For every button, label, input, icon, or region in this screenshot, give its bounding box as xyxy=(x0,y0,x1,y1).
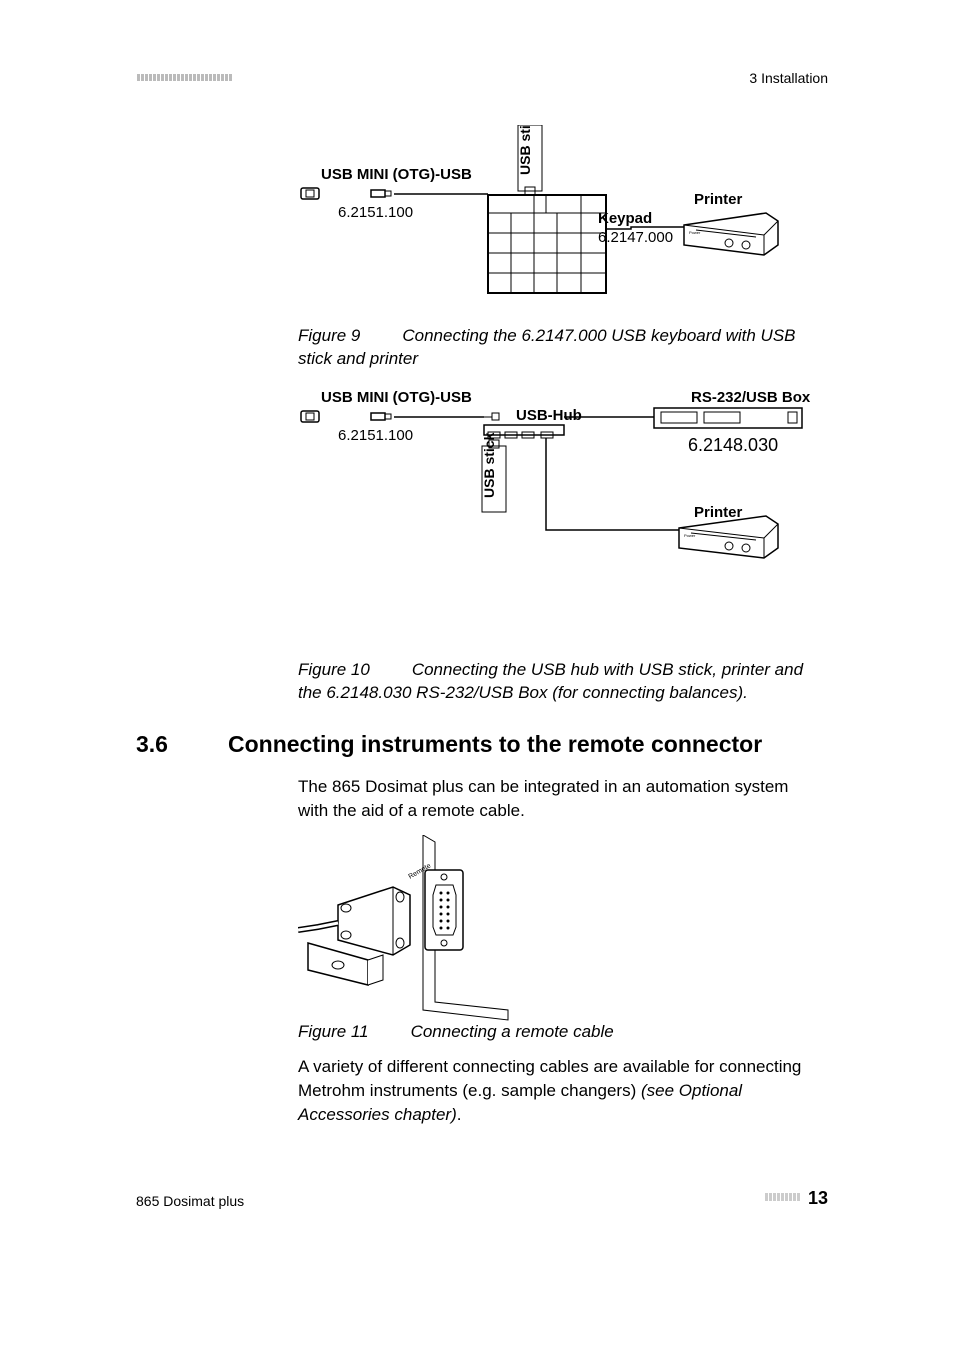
usb-mini-label-2: USB MINI (OTG)-USB xyxy=(321,389,472,406)
svg-text:Power: Power xyxy=(689,230,701,235)
header-decor xyxy=(137,74,233,81)
figure-9-caption-text: Connecting the 6.2147.000 USB keyboard w… xyxy=(298,326,796,368)
figure-9-diagram: USB stick USB MINI (OTG)-USB 6.2151.100 xyxy=(296,125,826,350)
usb-mini-label: USB MINI (OTG)-USB xyxy=(321,166,472,183)
printer-label: Printer xyxy=(694,191,743,208)
usb-mini-partno: 6.2151.100 xyxy=(338,204,413,221)
figure-11-caption-text: Connecting a remote cable xyxy=(411,1022,614,1041)
figure-10-caption-text: Connecting the USB hub with USB stick, p… xyxy=(298,660,803,702)
figure-11-caption: Figure 11 Connecting a remote cable xyxy=(298,1022,818,1042)
figure-10-caption: Figure 10Connecting the USB hub with USB… xyxy=(298,659,828,705)
rsbox-partno: 6.2148.030 xyxy=(688,435,778,455)
breadcrumb: 3 Installation xyxy=(749,70,828,86)
figure-11-caption-label: Figure 11 xyxy=(298,1022,369,1041)
figure-11-diagram: Remote xyxy=(298,835,513,1025)
figure-9-caption: Figure 9Connecting the 6.2147.000 USB ke… xyxy=(298,325,818,371)
figure-9-caption-label: Figure 9 xyxy=(298,326,360,345)
usb-stick-label: USB stick xyxy=(517,125,533,175)
section-paragraph-2: A variety of different connecting cables… xyxy=(298,1055,823,1126)
page-number: 13 xyxy=(808,1188,828,1209)
usb-mini-partno-2: 6.2151.100 xyxy=(338,427,413,444)
keypad-label: Keypad xyxy=(598,210,652,227)
footer-product: 865 Dosimat plus xyxy=(136,1193,244,1209)
printer-label-2: Printer xyxy=(694,504,743,521)
para2-end: . xyxy=(457,1105,462,1124)
section-title: Connecting instruments to the remote con… xyxy=(228,731,762,757)
footer-decor xyxy=(765,1193,800,1201)
svg-text:Power: Power xyxy=(684,533,696,538)
section-number: 3.6 xyxy=(136,731,228,758)
section-paragraph-1: The 865 Dosimat plus can be integrated i… xyxy=(298,775,823,823)
keypad-partno: 6.2147.000 xyxy=(598,229,673,246)
section-heading: 3.6Connecting instruments to the remote … xyxy=(136,731,762,758)
rsbox-label: RS-232/USB Box xyxy=(691,389,811,406)
figure-10-diagram: USB MINI (OTG)-USB 6.2151.100 USB-Hub US… xyxy=(296,388,826,648)
figure-10-caption-label: Figure 10 xyxy=(298,660,370,679)
page: 3 Installation USB stick USB MINI (OTG)-… xyxy=(0,0,954,1350)
usb-hub-label: USB-Hub xyxy=(516,407,582,424)
